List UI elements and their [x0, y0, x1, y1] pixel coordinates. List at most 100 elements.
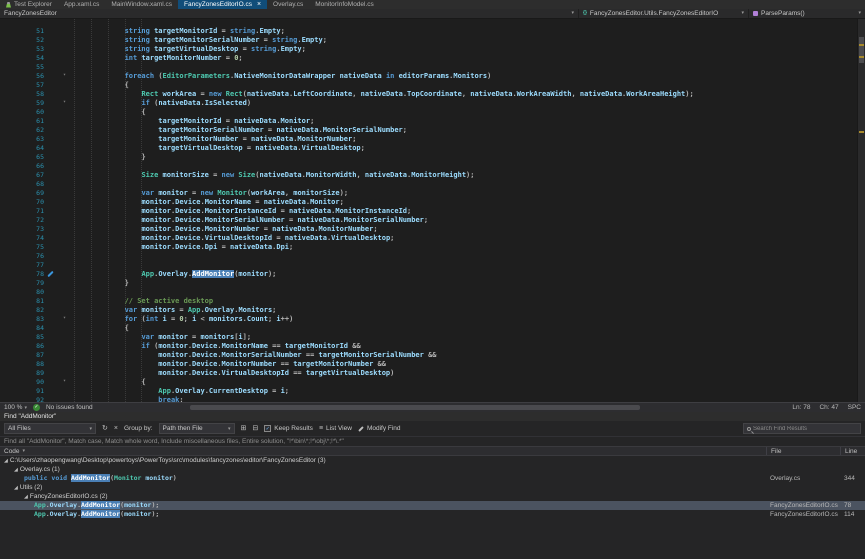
code-line[interactable]: 56▾ foreach (EditorParameters.NativeMoni… — [0, 72, 857, 81]
code-line[interactable]: 60 { — [0, 108, 857, 117]
line-number[interactable]: 60 — [0, 108, 44, 117]
line-number[interactable]: 86 — [0, 342, 44, 351]
expander-icon[interactable]: ◢ — [14, 467, 18, 473]
code-line[interactable]: 67 Size monitorSize = new Size(nativeDat… — [0, 171, 857, 180]
refresh-icon[interactable]: ↻ — [102, 423, 108, 434]
tab-mainwindow-xaml-cs[interactable]: MainWindow.xaml.cs — [105, 0, 178, 9]
line-number[interactable]: 68 — [0, 180, 44, 189]
line-number[interactable]: 52 — [0, 36, 44, 45]
outline-collapse-icon[interactable]: ▾ — [58, 315, 74, 324]
code-line[interactable]: 64 targetVirtualDesktop = nativeData.Vir… — [0, 144, 857, 153]
line-number[interactable]: 83 — [0, 315, 44, 324]
column-header-code[interactable]: Code ▾ — [0, 447, 25, 456]
line-number[interactable]: 57 — [0, 81, 44, 90]
tab-fancyzoneseditorio-cs[interactable]: FancyZonesEditorIO.cs × — [178, 0, 267, 9]
line-number[interactable]: 59 — [0, 99, 44, 108]
expand-all-icon[interactable]: ⊞ — [241, 423, 247, 434]
editor-vertical-scrollbar[interactable] — [857, 19, 865, 402]
modify-find-button[interactable]: Modify Find — [358, 425, 401, 432]
find-result-row[interactable]: ◢Utils (2) — [0, 483, 865, 492]
code-line[interactable]: 89 monitor.Device.VirtualDesktopId == ta… — [0, 369, 857, 378]
code-line[interactable]: 78 App.Overlay.AddMonitor(monitor); — [0, 270, 857, 279]
line-number[interactable]: 61 — [0, 117, 44, 126]
code-line[interactable]: 86 if (monitor.Device.MonitorName == tar… — [0, 342, 857, 351]
line-number[interactable]: 82 — [0, 306, 44, 315]
line-number[interactable]: 62 — [0, 126, 44, 135]
line-number[interactable]: 92 — [0, 396, 44, 402]
code-line[interactable]: 53 string targetVirtualDesktop = string.… — [0, 45, 857, 54]
line-number[interactable]: 84 — [0, 324, 44, 333]
expander-icon[interactable]: ◢ — [4, 458, 8, 464]
code-line[interactable]: 71 monitor.Device.MonitorInstanceId = na… — [0, 207, 857, 216]
find-panel-title[interactable]: Find "AddMonitor" — [0, 412, 865, 421]
code-line[interactable]: 54 int targetMonitorNumber = 0; — [0, 54, 857, 63]
code-line[interactable]: 90▾ { — [0, 378, 857, 387]
type-dropdown[interactable]: {} FancyZonesEditor.Utils.FancyZonesEdit… — [578, 9, 748, 18]
outline-collapse-icon[interactable]: ▾ — [58, 378, 74, 387]
line-number[interactable]: 78 — [0, 270, 44, 279]
search-input[interactable] — [753, 426, 857, 432]
find-result-row[interactable]: App.Overlay.AddMonitor(monitor);FancyZon… — [0, 510, 865, 519]
line-number[interactable]: 87 — [0, 351, 44, 360]
line-number[interactable]: 74 — [0, 234, 44, 243]
code-line[interactable]: 92 break; — [0, 396, 857, 402]
tab-app-xaml-cs[interactable]: App.xaml.cs — [58, 0, 105, 9]
code-line[interactable]: 76 — [0, 252, 857, 261]
code-line[interactable]: 87 monitor.Device.MonitorSerialNumber ==… — [0, 351, 857, 360]
line-number[interactable]: 65 — [0, 153, 44, 162]
code-line[interactable]: 57 { — [0, 81, 857, 90]
line-number[interactable]: 54 — [0, 54, 44, 63]
line-number[interactable]: 67 — [0, 171, 44, 180]
line-number[interactable]: 72 — [0, 216, 44, 225]
line-number[interactable]: 81 — [0, 297, 44, 306]
tab-overlay-cs[interactable]: Overlay.cs — [267, 0, 309, 9]
find-result-row[interactable]: public void AddMonitor(Monitor monitor)O… — [0, 474, 865, 483]
line-number[interactable]: 77 — [0, 261, 44, 270]
code-line[interactable]: 83▾ for (int i = 0; i < monitors.Count; … — [0, 315, 857, 324]
code-line[interactable]: 61 targetMonitorId = nativeData.Monitor; — [0, 117, 857, 126]
close-tab-icon[interactable]: × — [257, 0, 261, 9]
outline-collapse-icon[interactable]: ▾ — [58, 99, 74, 108]
collapse-all-icon[interactable]: ⊟ — [252, 423, 258, 434]
tab-test-explorer[interactable]: Test Explorer — [0, 0, 58, 9]
line-number[interactable]: 69 — [0, 189, 44, 198]
code-line[interactable]: 75 monitor.Device.Dpi = nativeData.Dpi; — [0, 243, 857, 252]
line-number[interactable]: 64 — [0, 144, 44, 153]
code-line[interactable]: 69 var monitor = new Monitor(workArea, m… — [0, 189, 857, 198]
code-line[interactable]: 66 — [0, 162, 857, 171]
code-line[interactable]: 52 string targetMonitorSerialNumber = st… — [0, 36, 857, 45]
code-line[interactable]: 77 — [0, 261, 857, 270]
find-result-row[interactable]: ◢Overlay.cs (1) — [0, 465, 865, 474]
line-number[interactable]: 91 — [0, 387, 44, 396]
code-line[interactable]: 88 monitor.Device.MonitorNumber == targe… — [0, 360, 857, 369]
outline-collapse-icon[interactable]: ▾ — [58, 72, 74, 81]
project-dropdown[interactable]: FancyZonesEditor ▾ — [0, 9, 578, 18]
clear-results-icon[interactable]: × — [114, 423, 118, 434]
group-by-dropdown[interactable]: Path then File ▾ — [159, 423, 235, 434]
code-line[interactable]: 51 string targetMonitorId = string.Empty… — [0, 27, 857, 36]
code-line[interactable]: 81 // Set active desktop — [0, 297, 857, 306]
expander-icon[interactable]: ◢ — [14, 485, 18, 491]
list-view-toggle[interactable]: ≡ List View — [319, 423, 352, 434]
line-number[interactable]: 80 — [0, 288, 44, 297]
line-number[interactable]: 89 — [0, 369, 44, 378]
code-line[interactable]: 65 } — [0, 153, 857, 162]
line-number[interactable]: 90 — [0, 378, 44, 387]
code-line[interactable]: 85 var monitor = monitors[i]; — [0, 333, 857, 342]
line-number[interactable]: 63 — [0, 135, 44, 144]
code-line[interactable]: 59▾ if (nativeData.IsSelected) — [0, 99, 857, 108]
zoom-dropdown[interactable]: 100 % ▾ — [4, 404, 27, 411]
code-line[interactable]: 84 { — [0, 324, 857, 333]
find-result-row[interactable]: ◢FancyZonesEditorIO.cs (2) — [0, 492, 865, 501]
code-line[interactable]: 62 targetMonitorSerialNumber = nativeDat… — [0, 126, 857, 135]
tab-monitorinfomodel-cs[interactable]: MonitorInfoModel.cs — [309, 0, 380, 9]
scrollbar-thumb[interactable] — [859, 37, 864, 63]
line-number[interactable]: 58 — [0, 90, 44, 99]
code-line[interactable]: 58 Rect workArea = new Rect(nativeData.L… — [0, 90, 857, 99]
line-number[interactable]: 88 — [0, 360, 44, 369]
line-number[interactable]: 70 — [0, 198, 44, 207]
scope-dropdown[interactable]: All Files ▾ — [4, 423, 96, 434]
column-header-line[interactable]: Line — [840, 447, 857, 455]
code-line[interactable]: 80 — [0, 288, 857, 297]
line-number[interactable]: 73 — [0, 225, 44, 234]
